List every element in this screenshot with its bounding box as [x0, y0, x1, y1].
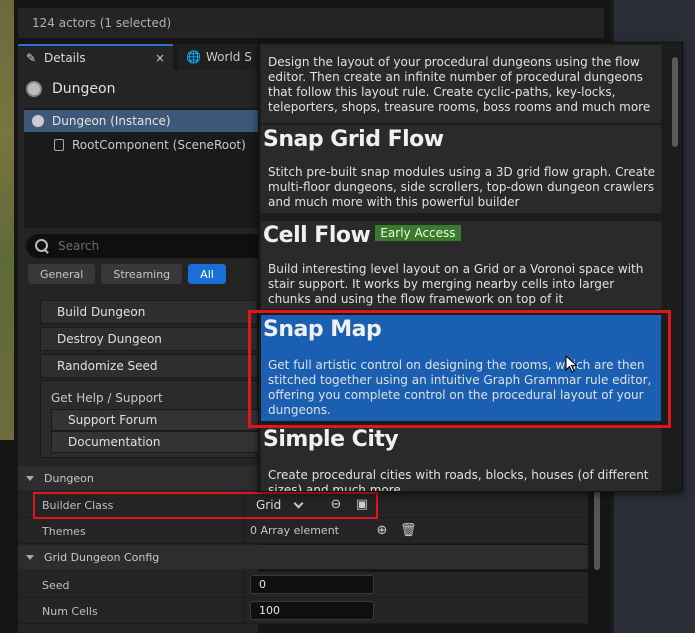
column-divider: [244, 598, 245, 624]
component-tree: Dungeon (Instance) RootComponent (SceneR…: [24, 108, 258, 228]
panel-tab-bar: ✎ Details × 🌐 World S: [18, 44, 258, 70]
chevron-down-icon: [26, 554, 34, 560]
tree-item-dungeon-instance[interactable]: Dungeon (Instance): [24, 110, 258, 132]
level-viewport[interactable]: [0, 0, 14, 440]
builder-option-simple-city[interactable]: Simple City Create procedural cities wit…: [261, 425, 661, 492]
trash-icon[interactable]: 🗑: [400, 523, 417, 539]
property-label: Seed: [42, 579, 70, 592]
help-header: Get Help / Support: [51, 391, 163, 405]
property-label: Num Cells: [42, 605, 98, 618]
builder-desc: Design the layout of your procedural dun…: [268, 55, 651, 114]
details-scrollbar[interactable]: [594, 490, 600, 570]
pencil-icon: ✎: [25, 51, 37, 65]
property-themes: Themes 0 Array element ⊕ 🗑: [18, 518, 588, 544]
help-support-box: Get Help / Support Support Forum Documen…: [40, 380, 259, 458]
num-cells-input[interactable]: 100: [250, 601, 374, 620]
builder-name-text: Cell Flow: [263, 223, 371, 248]
tree-item-root-component[interactable]: RootComponent (SceneRoot): [24, 134, 258, 156]
randomize-seed-button[interactable]: Randomize Seed: [40, 354, 258, 378]
chevron-down-icon: [26, 475, 34, 481]
section-label: Dungeon: [44, 471, 94, 485]
builder-option-cell-flow[interactable]: Cell Flow Early Access Build interesting …: [261, 221, 661, 309]
support-forum-button[interactable]: Support Forum: [51, 409, 259, 431]
tab-details-label: Details: [44, 51, 86, 65]
actor-name: Dungeon: [52, 81, 116, 97]
property-num-cells: Num Cells 100: [18, 598, 588, 624]
tab-world-settings[interactable]: 🌐 World S: [178, 44, 258, 70]
builder-name: Cell Flow Early Access: [263, 223, 461, 248]
search-placeholder: Search: [58, 239, 100, 253]
globe-icon: 🌐: [186, 50, 201, 64]
tree-item-label: RootComponent (SceneRoot): [72, 138, 246, 152]
add-element-icon[interactable]: ⊕: [374, 523, 390, 539]
tab-details[interactable]: ✎ Details ×: [18, 44, 173, 70]
section-label: Grid Dungeon Config: [44, 550, 160, 564]
property-seed: Seed 0: [18, 572, 588, 598]
early-access-badge: Early Access: [375, 225, 461, 241]
seed-input[interactable]: 0: [250, 575, 374, 594]
search-icon: [34, 238, 50, 254]
search-input[interactable]: Search: [26, 234, 258, 258]
scene-component-icon: [54, 139, 64, 151]
property-label: Themes: [42, 525, 86, 538]
documentation-button[interactable]: Documentation: [51, 431, 259, 453]
column-divider: [244, 518, 245, 544]
themes-value: 0 Array element: [250, 524, 339, 537]
tab-world-settings-label: World S: [206, 50, 252, 64]
mouse-cursor-icon: [565, 355, 578, 373]
builder-option-flow[interactable]: Design the layout of your procedural dun…: [261, 45, 661, 123]
popup-scrollbar-thumb[interactable]: [672, 57, 678, 147]
builder-option-snap-grid-flow[interactable]: Snap Grid Flow Stitch pre-built snap mod…: [261, 125, 661, 213]
builder-desc: Create procedural cities with roads, blo…: [268, 468, 649, 492]
builder-name: Simple City: [263, 427, 399, 452]
build-dungeon-button[interactable]: Build Dungeon: [40, 300, 258, 324]
destroy-dungeon-button[interactable]: Destroy Dungeon: [40, 327, 258, 351]
builder-class-highlight: [33, 492, 378, 519]
section-grid-dungeon-config[interactable]: Grid Dungeon Config: [18, 545, 588, 569]
section-dungeon[interactable]: Dungeon: [18, 466, 258, 490]
snap-map-highlight: [248, 310, 671, 428]
filter-general[interactable]: General: [28, 264, 96, 284]
filter-all[interactable]: All: [188, 264, 226, 284]
tree-item-label: Dungeon (Instance): [52, 114, 171, 128]
builder-name: Snap Grid Flow: [263, 127, 444, 152]
builder-desc: Stitch pre-built snap modules using a 3D…: [268, 165, 656, 209]
actor-icon: [26, 81, 42, 97]
filter-bar: General Streaming All: [28, 264, 226, 286]
outliner-actor-count: 124 actors (1 selected): [18, 8, 604, 38]
column-divider: [244, 572, 245, 598]
close-icon[interactable]: ×: [155, 51, 165, 65]
actor-icon: [32, 115, 44, 127]
filter-streaming[interactable]: Streaming: [101, 264, 183, 284]
builder-desc: Build interesting level layout on a Grid…: [268, 262, 644, 306]
actor-title: Dungeon: [26, 78, 115, 100]
